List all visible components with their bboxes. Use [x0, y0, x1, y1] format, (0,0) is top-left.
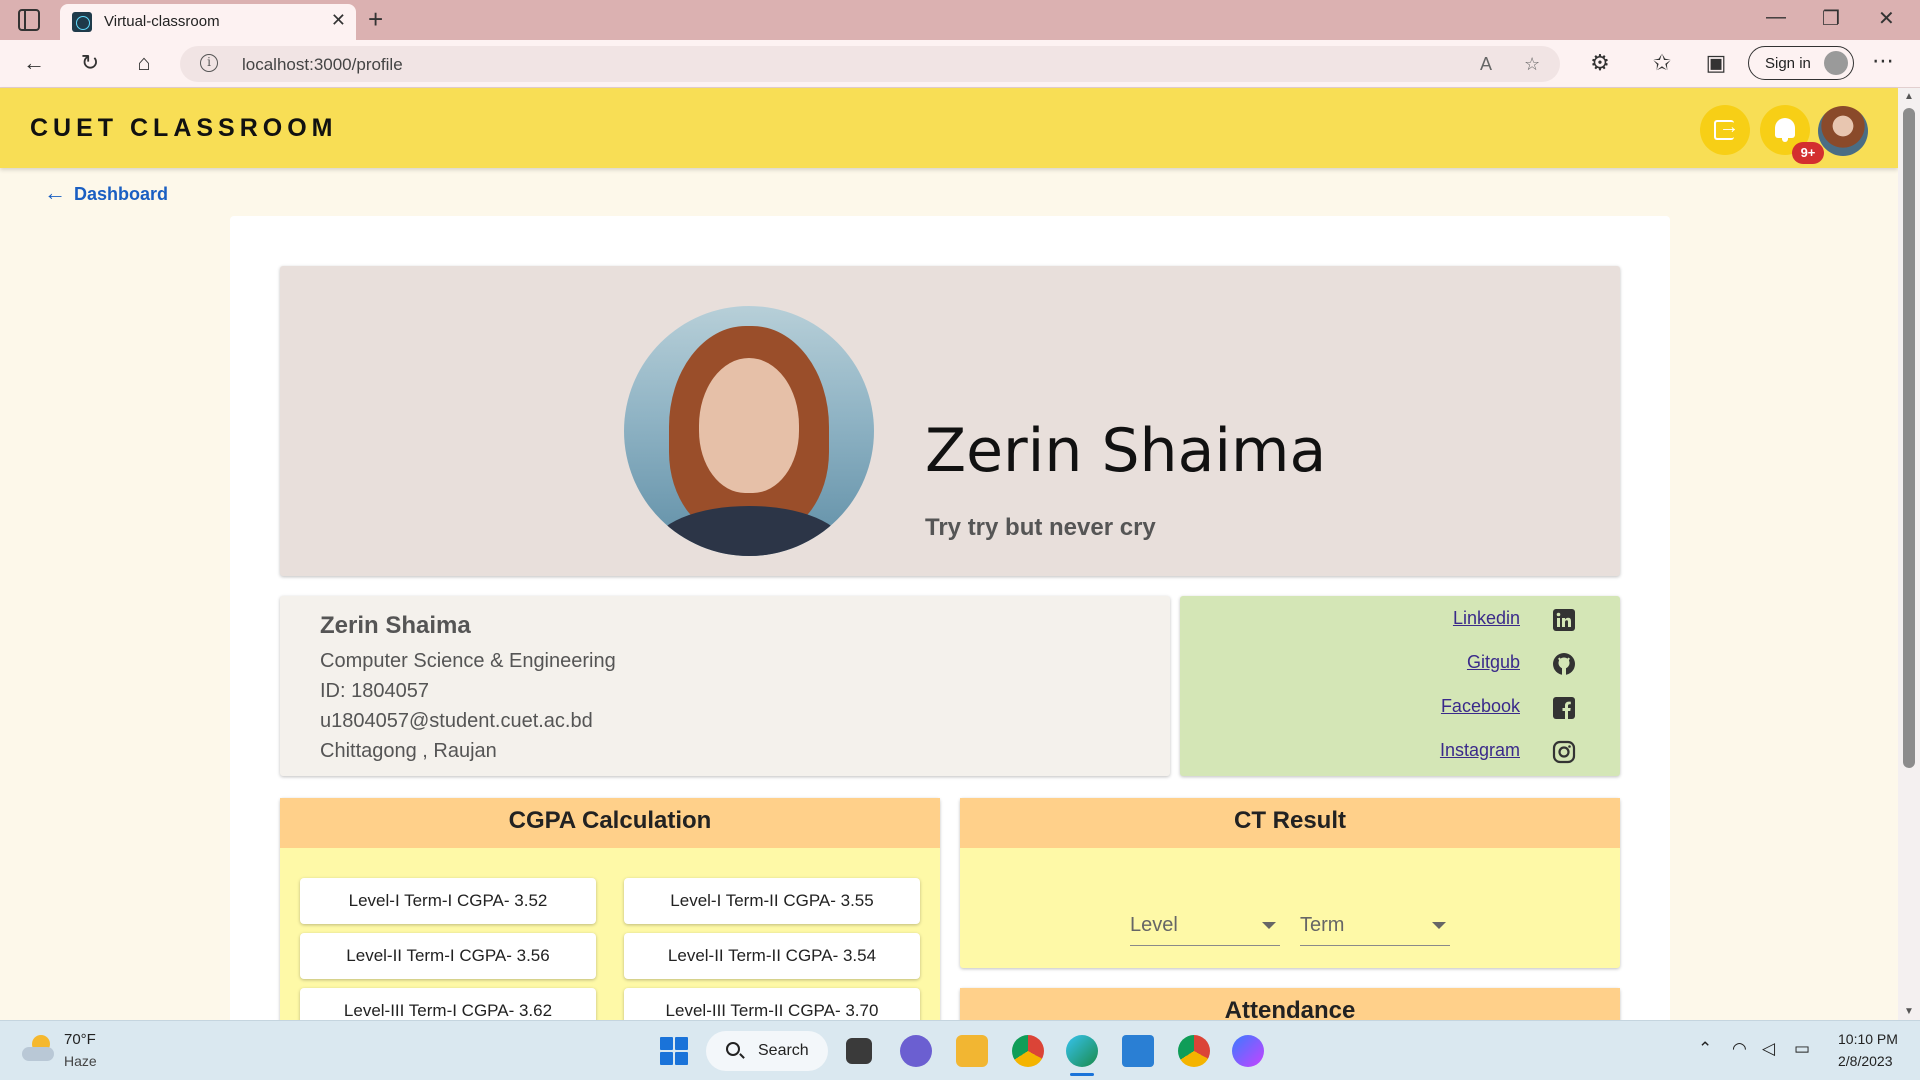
cgpa-panel: CGPA Calculation Level-I Term-I CGPA- 3.… — [280, 798, 940, 1036]
linkedin-link[interactable]: Linkedin — [1453, 608, 1520, 629]
react-favicon-icon — [72, 12, 92, 32]
collections-icon[interactable]: ▣ — [1702, 50, 1730, 76]
messenger-icon[interactable] — [1232, 1035, 1264, 1067]
user-avatar[interactable] — [1818, 106, 1868, 156]
back-icon[interactable]: ← — [20, 50, 48, 76]
restore-icon[interactable]: ❐ — [1822, 6, 1840, 31]
app-header: CUET CLASSROOM — [0, 88, 1898, 168]
read-aloud-icon[interactable]: A — [1480, 54, 1492, 75]
logout-icon — [1714, 116, 1739, 140]
vscode-icon[interactable] — [1122, 1035, 1154, 1067]
url-text[interactable]: localhost:3000/profile — [242, 55, 403, 75]
chrome-profile-icon[interactable] — [1178, 1035, 1210, 1067]
social-links-card: Linkedin Gitgub Facebook Instagram — [1180, 596, 1620, 776]
sign-in-label: Sign in — [1765, 55, 1811, 72]
instagram-link[interactable]: Instagram — [1440, 740, 1520, 761]
weather-haze-icon[interactable] — [22, 1035, 54, 1063]
new-tab-icon[interactable]: + — [368, 4, 383, 35]
edge-icon[interactable] — [1066, 1035, 1098, 1067]
profile-avatar-icon — [1824, 51, 1848, 75]
more-menu-icon[interactable]: ⋯ — [1872, 48, 1894, 74]
weather-condition[interactable]: Haze — [64, 1053, 97, 1069]
profile-card: Zerin Shaima Try try but never cry Zerin… — [230, 216, 1670, 1036]
linkedin-icon[interactable] — [1552, 608, 1576, 632]
sign-in-button[interactable]: Sign in — [1748, 46, 1854, 80]
chat-icon[interactable] — [900, 1035, 932, 1067]
browser-tab[interactable]: Virtual-classroom ✕ — [60, 4, 356, 40]
page-scrollbar[interactable]: ▲ ▼ — [1898, 88, 1920, 1020]
ct-result-panel: CT Result Level Term — [960, 798, 1620, 968]
ct-result-title: CT Result — [960, 798, 1620, 848]
task-view-icon[interactable] — [846, 1038, 872, 1064]
close-tab-icon[interactable]: ✕ — [331, 10, 346, 31]
caret-down-icon — [1432, 922, 1446, 929]
scroll-thumb[interactable] — [1903, 108, 1915, 768]
os-taskbar: 70°F Haze Search ⌃ ◠ ◁ ▭ 10:10 PM 2/8/20… — [0, 1020, 1920, 1080]
wifi-icon[interactable]: ◠ — [1732, 1039, 1747, 1059]
profile-banner: Zerin Shaima Try try but never cry — [280, 266, 1620, 576]
github-icon[interactable] — [1552, 652, 1576, 676]
arrow-left-icon: ← — [44, 180, 66, 205]
chevron-up-icon[interactable]: ⌃ — [1698, 1039, 1712, 1059]
browser-tab-bar: Virtual-classroom ✕ + — ❐ ✕ — [0, 0, 1920, 40]
clock-time[interactable]: 10:10 PM — [1838, 1031, 1898, 1047]
taskbar-search-label: Search — [758, 1042, 809, 1059]
facebook-icon[interactable] — [1552, 696, 1576, 720]
info-name: Zerin Shaima — [320, 612, 471, 639]
caret-down-icon — [1262, 922, 1276, 929]
tab-title: Virtual-classroom — [104, 13, 220, 30]
weather-temperature[interactable]: 70°F — [64, 1031, 96, 1048]
brand-title[interactable]: CUET CLASSROOM — [30, 114, 338, 143]
dashboard-link[interactable]: ← Dashboard — [44, 180, 168, 206]
file-explorer-icon[interactable] — [956, 1035, 988, 1067]
close-window-icon[interactable]: ✕ — [1878, 6, 1895, 31]
info-department: Computer Science & Engineering — [320, 650, 616, 672]
logout-button[interactable] — [1700, 105, 1750, 155]
instagram-icon[interactable] — [1552, 740, 1576, 764]
term-select-label: Term — [1300, 914, 1345, 936]
level-select[interactable]: Level — [1130, 906, 1280, 946]
extensions-icon[interactable]: ⚙ — [1586, 50, 1614, 76]
info-email: u1804057@student.cuet.ac.bd — [320, 710, 593, 732]
clock-date[interactable]: 2/8/2023 — [1838, 1053, 1893, 1069]
cgpa-item[interactable]: Level-I Term-I CGPA- 3.52 — [300, 878, 596, 924]
notification-badge: 9+ — [1792, 142, 1824, 164]
profile-photo — [624, 306, 874, 556]
volume-icon[interactable]: ◁ — [1762, 1039, 1775, 1059]
windows-start-icon[interactable] — [660, 1037, 688, 1065]
favorite-star-icon[interactable]: ☆ — [1524, 54, 1540, 75]
chrome-icon[interactable] — [1012, 1035, 1044, 1067]
scroll-down-icon[interactable]: ▼ — [1904, 1006, 1914, 1017]
info-id: ID: 1804057 — [320, 680, 429, 702]
taskbar-search[interactable]: Search — [706, 1031, 828, 1071]
cgpa-item[interactable]: Level-II Term-I CGPA- 3.56 — [300, 933, 596, 979]
level-select-label: Level — [1130, 914, 1178, 936]
profile-motto: Try try but never cry — [925, 514, 1156, 541]
student-info-card: Zerin Shaima Computer Science & Engineer… — [280, 596, 1170, 776]
cgpa-item[interactable]: Level-II Term-II CGPA- 3.54 — [624, 933, 920, 979]
active-app-indicator — [1070, 1073, 1094, 1076]
minimize-icon[interactable]: — — [1766, 6, 1786, 29]
cgpa-item[interactable]: Level-I Term-II CGPA- 3.55 — [624, 878, 920, 924]
home-icon[interactable]: ⌂ — [130, 50, 158, 76]
bell-icon — [1775, 118, 1795, 142]
refresh-icon[interactable]: ↻ — [76, 50, 104, 76]
browser-toolbar: ← ↻ ⌂ i localhost:3000/profile A ☆ ⚙ ✩ ▣… — [0, 40, 1920, 88]
term-select[interactable]: Term — [1300, 906, 1450, 946]
info-location: Chittagong , Raujan — [320, 740, 497, 762]
favorites-icon[interactable]: ✩ — [1648, 50, 1676, 76]
tab-actions-icon[interactable] — [18, 9, 40, 31]
dashboard-label: Dashboard — [74, 184, 169, 204]
github-link[interactable]: Gitgub — [1467, 652, 1520, 673]
site-info-icon[interactable]: i — [200, 54, 218, 72]
search-icon — [726, 1042, 740, 1056]
facebook-link[interactable]: Facebook — [1441, 696, 1520, 717]
battery-icon[interactable]: ▭ — [1794, 1039, 1810, 1059]
profile-name: Zerin Shaima — [925, 416, 1327, 486]
cgpa-title: CGPA Calculation — [280, 798, 940, 848]
scroll-up-icon[interactable]: ▲ — [1904, 91, 1914, 102]
address-bar[interactable]: i localhost:3000/profile A ☆ — [180, 46, 1560, 82]
